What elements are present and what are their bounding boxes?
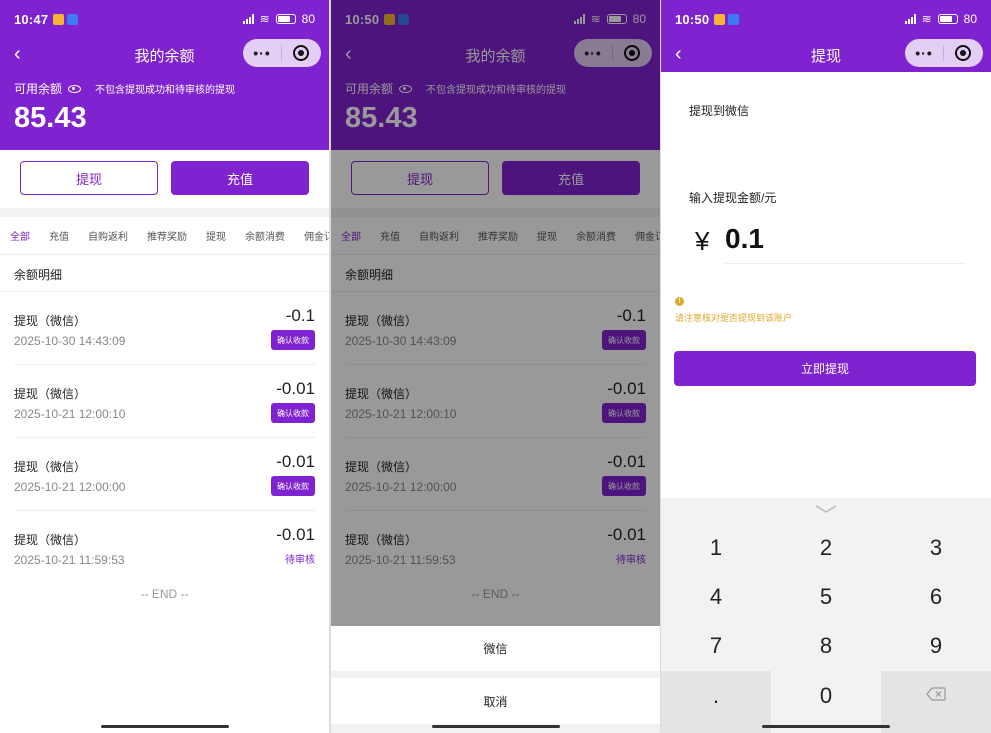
balance-screen-with-sheet: 10:50 ≋ 80 ‹ 我的余额 •·• 可用余额 不包含提现成功和待审核的提… <box>331 0 660 733</box>
signal-icon <box>904 14 916 24</box>
status-time: 10:50 <box>675 11 710 27</box>
wifi-icon: ≋ <box>259 12 270 26</box>
close-miniprogram-icon[interactable] <box>944 45 982 61</box>
key-9[interactable]: 9 <box>881 621 991 670</box>
numeric-keypad: 1 2 3 4 5 6 7 8 9 . 0 <box>661 498 991 733</box>
key-3[interactable]: 3 <box>881 523 991 572</box>
list-item: 提现（微信） 2025-10-21 12:00:10 -0.01 确认收款 <box>0 365 329 438</box>
nav-bar: ‹ 提现 •·• <box>661 38 991 72</box>
battery-icon <box>937 14 958 24</box>
balance-screen: 10:47 ≋ 80 ‹ 我的余额 •·• 可用余额 不包含提现成功和待审核的提… <box>0 0 329 733</box>
filter-tabs: 全部 充值 自购返利 推荐奖励 提现 余额消费 佣金订 <box>0 217 329 255</box>
tab-commission[interactable]: 佣金订 <box>304 228 329 243</box>
available-balance-label: 可用余额 不包含提现成功和待审核的提现 <box>14 82 236 96</box>
battery-level: 80 <box>963 12 977 26</box>
notification-icons <box>53 13 79 25</box>
app-notification-icon <box>67 13 79 25</box>
back-chevron-icon[interactable]: ‹ <box>14 42 38 66</box>
more-menu-icon[interactable]: •·• <box>243 45 281 61</box>
list-item: 提现（微信） 2025-10-21 11:59:53 -0.01 待审核 <box>14 525 315 567</box>
home-indicator[interactable] <box>100 725 229 728</box>
battery-level: 80 <box>301 12 315 26</box>
confirm-receipt-button[interactable]: 确认收款 <box>271 476 315 496</box>
confirm-receipt-button[interactable]: 确认收款 <box>271 403 315 423</box>
warning-icon: ! <box>675 297 684 306</box>
recharge-button[interactable]: 充值 <box>171 161 309 195</box>
withdraw-target-label: 提现到微信 <box>689 104 750 118</box>
key-0[interactable]: 0 <box>771 671 881 720</box>
key-2[interactable]: 2 <box>771 523 881 572</box>
tab-recharge[interactable]: 充值 <box>49 228 69 243</box>
currency-symbol: ¥ <box>695 226 710 256</box>
balance-amount: 85.43 <box>14 102 87 134</box>
key-7[interactable]: 7 <box>661 621 771 670</box>
action-sheet: 微信 取消 <box>331 626 660 733</box>
section-title: 余额明细 <box>14 268 63 282</box>
key-4[interactable]: 4 <box>661 572 771 621</box>
eye-icon[interactable] <box>68 84 82 93</box>
list-item: 提现（微信） 2025-10-21 12:00:00 -0.01 确认收款 <box>0 438 329 511</box>
key-6[interactable]: 6 <box>881 572 991 621</box>
tab-all[interactable]: 全部 <box>10 228 30 243</box>
signal-icon <box>242 14 254 24</box>
app-notification-icon <box>53 13 65 25</box>
status-time: 10:47 <box>14 11 49 27</box>
backspace-icon <box>926 687 946 701</box>
status-bar: 10:50 ≋ 80 <box>661 0 991 38</box>
tab-referral[interactable]: 推荐奖励 <box>147 228 187 243</box>
sheet-cancel-button[interactable]: 取消 <box>331 678 660 724</box>
amount-input[interactable] <box>725 223 965 264</box>
wifi-icon: ≋ <box>921 12 932 26</box>
close-miniprogram-icon[interactable] <box>282 45 320 61</box>
status-badge: 待审核 <box>285 555 315 566</box>
key-1[interactable]: 1 <box>661 523 771 572</box>
mini-program-capsule: •·• <box>905 39 983 67</box>
withdraw-now-button[interactable]: 立即提现 <box>674 351 976 386</box>
app-notification-icon <box>728 13 740 25</box>
key-decimal[interactable]: . <box>661 671 771 733</box>
amount-label: 输入提现金额/元 <box>689 191 777 205</box>
warning-text: 请注意核对是否提现到该账户 <box>675 313 793 323</box>
modal-overlay[interactable] <box>331 0 660 626</box>
nav-bar: ‹ 我的余额 •·• <box>0 38 329 72</box>
mini-program-capsule: •·• <box>243 39 321 67</box>
sheet-option-wechat[interactable]: 微信 <box>331 626 660 671</box>
back-chevron-icon[interactable]: ‹ <box>675 42 699 66</box>
home-indicator[interactable] <box>762 725 890 728</box>
key-5[interactable]: 5 <box>771 572 881 621</box>
home-indicator[interactable] <box>431 725 560 728</box>
notification-icons <box>714 13 740 25</box>
app-notification-icon <box>714 13 726 25</box>
list-end: -- END -- <box>140 587 189 601</box>
action-buttons: 提现 充值 <box>0 150 329 208</box>
tab-self-rebate[interactable]: 自购返利 <box>88 228 128 243</box>
confirm-receipt-button[interactable]: 确认收款 <box>271 330 315 350</box>
tab-balance-spend[interactable]: 余额消费 <box>245 228 285 243</box>
status-bar: 10:47 ≋ 80 <box>0 0 329 38</box>
list-item: 提现（微信） 2025-10-30 14:43:09 -0.1 确认收款 <box>0 292 329 365</box>
withdraw-button[interactable]: 提现 <box>20 161 158 195</box>
collapse-keyboard-icon[interactable] <box>815 504 837 514</box>
battery-icon <box>275 14 296 24</box>
more-menu-icon[interactable]: •·• <box>905 45 943 61</box>
balance-note: 不包含提现成功和待审核的提现 <box>95 85 236 96</box>
key-8[interactable]: 8 <box>771 621 881 670</box>
backspace-key[interactable] <box>881 671 991 733</box>
withdraw-screen: 10:50 ≋ 80 ‹ 提现 •·• 提现到微信 输入提现金额/元 ¥ ! 请… <box>661 0 991 733</box>
tab-withdraw[interactable]: 提现 <box>206 228 226 243</box>
